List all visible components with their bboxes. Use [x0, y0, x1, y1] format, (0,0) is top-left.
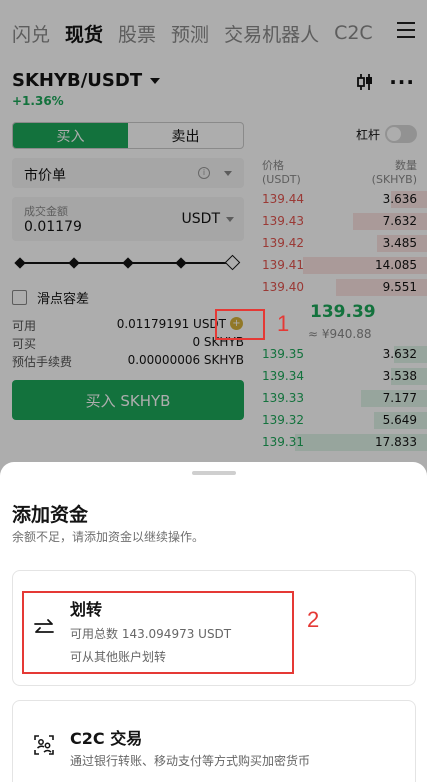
c2c-option[interactable]: C2C 交易 通过银行转账、移动支付等方式购买加密货币: [12, 700, 416, 782]
c2c-users-icon: [34, 735, 54, 755]
marker-label-1: 1: [277, 311, 290, 336]
sheet-title: 添加资金: [12, 504, 89, 526]
marker-label-2: 2: [307, 607, 320, 632]
c2c-title: C2C 交易: [70, 729, 143, 748]
highlight-box-1: [215, 309, 265, 340]
c2c-desc: 通过银行转账、移动支付等方式购买加密货币: [70, 754, 311, 768]
sheet-drag-handle[interactable]: [192, 471, 236, 475]
highlight-box-2: [22, 591, 294, 674]
sheet-subtitle: 余额不足，请添加资金以继续操作。: [12, 530, 205, 544]
